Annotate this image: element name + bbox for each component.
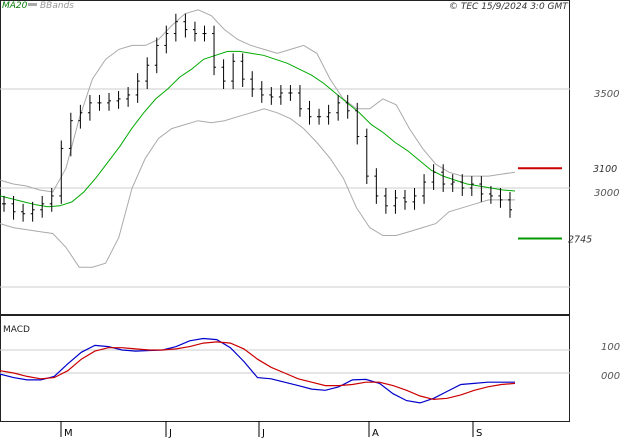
- macd-ytick-100: 100: [601, 342, 620, 353]
- month-label: J: [168, 428, 172, 439]
- month-label: M: [64, 428, 73, 439]
- legend-ma20: MA20: [2, 1, 28, 11]
- ytick-3000: 3000: [594, 188, 619, 199]
- month-label: J: [261, 428, 265, 439]
- macd-title: MACD: [3, 325, 30, 335]
- x-month-ticks: MJJAS: [60, 421, 482, 439]
- support-label: 2745: [568, 234, 592, 245]
- legend-bbands: BBands: [40, 1, 74, 11]
- macd-ytick-000: 000: [601, 371, 620, 382]
- month-label: S: [476, 428, 482, 439]
- copyright-watermark: © TEC 15/9/2024 3:0 GMT: [449, 2, 569, 12]
- stock-chart: MA20 BBands © TEC 15/9/2024 3:0 GMT 3500…: [0, 0, 620, 439]
- month-label: A: [372, 428, 379, 439]
- ytick-3500: 3500: [594, 89, 619, 100]
- macd-panel: [0, 315, 570, 422]
- resistance-label: 3100: [593, 164, 617, 175]
- legend-bbands-swatch: [28, 3, 37, 6]
